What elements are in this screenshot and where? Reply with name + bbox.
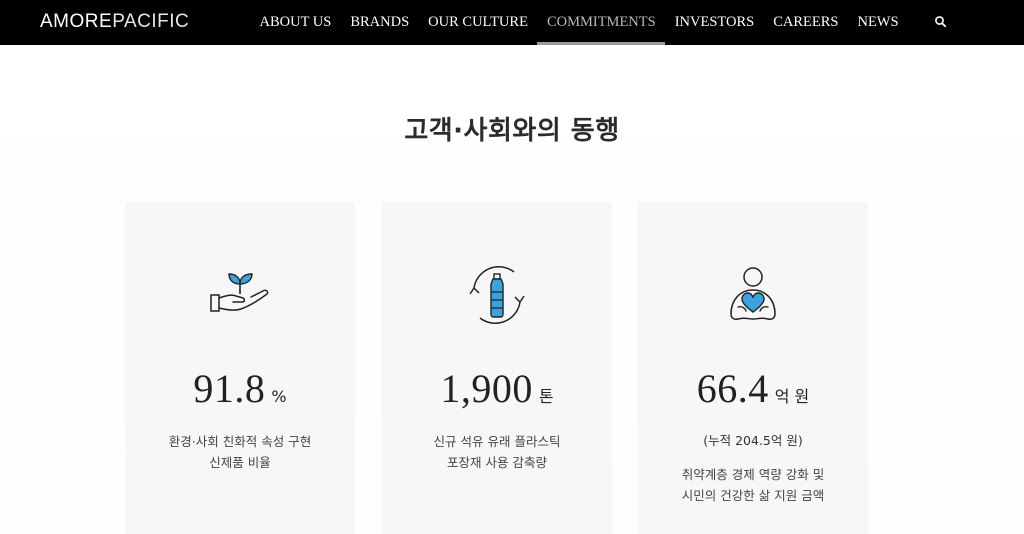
desc-line-2: 시민의 건강한 삶 지원 금액: [681, 488, 825, 503]
stat-description: 환경·사회 친화적 속성 구현 신제품 비율: [125, 431, 355, 473]
stat-unit: %: [271, 387, 287, 406]
logo-part-pacific: PACIFIC: [112, 11, 190, 32]
nav-investors[interactable]: INVESTORS: [665, 0, 764, 45]
main-nav: ABOUT US BRANDS OUR CULTURE COMMITMENTS …: [250, 0, 908, 45]
page-title: 고객·사회와의 동행: [404, 116, 620, 146]
stat-value-block: 91.8%: [125, 365, 355, 412]
nav-commitments[interactable]: COMMITMENTS: [537, 0, 665, 45]
nav-careers[interactable]: CAREERS: [764, 0, 848, 45]
stat-value-block: 1,900 톤: [382, 365, 612, 412]
logo-part-amore: AMORE: [40, 11, 113, 32]
nav-news[interactable]: NEWS: [848, 0, 908, 45]
hand-sprout-icon: [205, 260, 275, 330]
desc-line-1: 신규 석유 유래 플라스틱: [433, 434, 561, 449]
desc-line-2: 신제품 비율: [209, 455, 271, 470]
desc-line-1: 취약계층 경제 역량 강화 및: [681, 467, 825, 482]
nav-about-us[interactable]: ABOUT US: [250, 0, 341, 45]
desc-line-2: 포장재 사용 감축량: [447, 455, 547, 470]
stat-card-plastic-reduction: 1,900 톤 신규 석유 유래 플라스틱 포장재 사용 감축량: [382, 202, 612, 534]
stat-card-eco-products: 91.8% 환경·사회 친화적 속성 구현 신제품 비율: [125, 202, 355, 534]
stat-value-block: 66.4 억 원: [638, 365, 868, 412]
nav-our-culture[interactable]: OUR CULTURE: [419, 0, 538, 45]
stat-value: 66.4: [696, 366, 769, 411]
nav-brands[interactable]: BRANDS: [341, 0, 419, 45]
search-icon[interactable]: [933, 14, 949, 30]
main-content: 고객·사회와의 동행 91.8% 환경·사회 친화적 속성 구현 신제품 비율: [0, 45, 1024, 534]
stat-card-social-support: 66.4 억 원 (누적 204.5억 원) 취약계층 경제 역량 강화 및 시민…: [638, 202, 868, 534]
desc-line-1: 환경·사회 친화적 속성 구현: [168, 434, 312, 449]
stat-cumulative-note: (누적 204.5억 원): [703, 433, 803, 448]
site-header: AMOREPACIFIC ABOUT US BRANDS OUR CULTURE…: [0, 0, 1024, 45]
stat-unit: 억 원: [774, 387, 810, 406]
stat-value: 91.8: [193, 366, 266, 411]
stat-unit: 톤: [538, 387, 554, 406]
person-heart-icon: [718, 260, 788, 330]
stat-value: 1,900: [440, 366, 533, 411]
stat-description: 취약계층 경제 역량 강화 및 시민의 건강한 삶 지원 금액: [638, 464, 868, 506]
amorepacific-logo[interactable]: AMOREPACIFIC: [40, 11, 189, 33]
recycle-bottle-icon: [462, 260, 532, 330]
stat-description: 신규 석유 유래 플라스틱 포장재 사용 감축량: [382, 431, 612, 473]
